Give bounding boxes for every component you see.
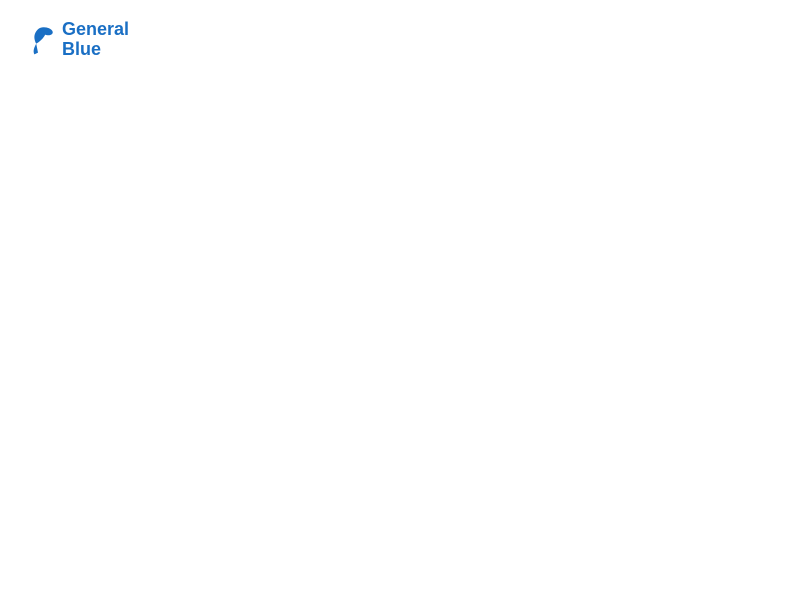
logo-icon — [20, 22, 56, 58]
page-header: General Blue — [20, 20, 772, 60]
logo-text: General Blue — [62, 20, 129, 60]
logo: General Blue — [20, 20, 129, 60]
